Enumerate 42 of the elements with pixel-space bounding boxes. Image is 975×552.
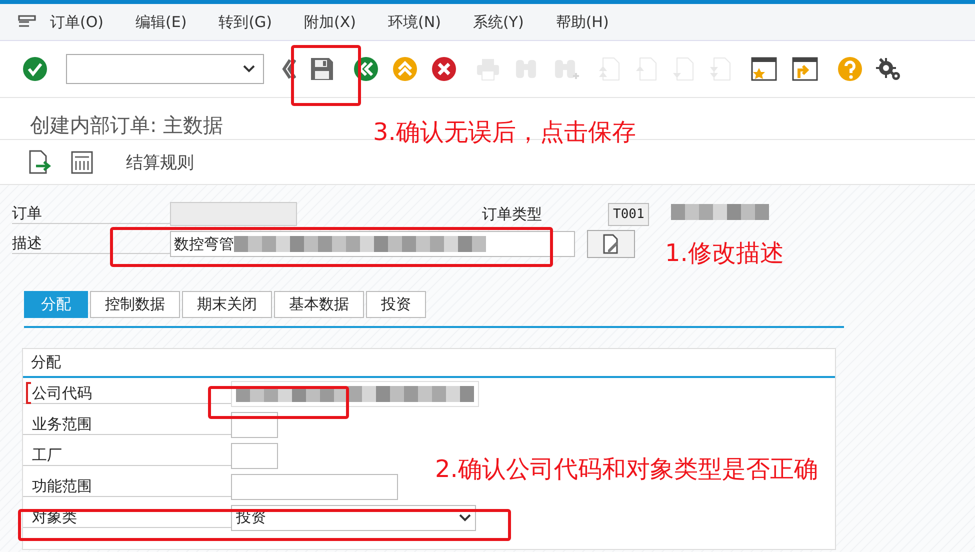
menu-item[interactable]: 订单(O) <box>50 12 104 32</box>
input-field[interactable] <box>231 442 278 468</box>
document-pen-icon <box>601 234 621 254</box>
highlight-frame <box>291 45 361 106</box>
chevron-down-icon <box>459 514 471 522</box>
menu-item[interactable]: 系统(Y) <box>472 12 524 32</box>
menu-item[interactable]: 编辑(E) <box>136 12 187 32</box>
chevron-down-icon <box>243 65 255 73</box>
command-field[interactable] <box>66 54 264 84</box>
cancel-icon[interactable] <box>431 56 457 82</box>
input-field[interactable] <box>231 474 398 500</box>
menu-item[interactable]: 环境(N) <box>388 12 441 32</box>
field-label: 工厂 <box>23 446 231 466</box>
required-mark <box>26 382 31 404</box>
annotation-text: 1.修改描述 <box>665 238 784 269</box>
tab[interactable]: 期末关闭 <box>182 291 272 318</box>
menu-icon[interactable] <box>18 15 36 29</box>
save-icon[interactable] <box>309 56 335 82</box>
back-icon[interactable] <box>353 56 379 82</box>
settings-icon[interactable] <box>876 56 902 82</box>
description-field[interactable]: 数控弯管 <box>170 231 575 257</box>
annotation-text: 3.确认无误后，点击保存 <box>373 117 636 148</box>
check-icon[interactable] <box>22 56 48 82</box>
menu-item[interactable]: 转到(G) <box>218 12 272 32</box>
tab[interactable]: 基本数据 <box>274 291 364 318</box>
edit-text-button[interactable] <box>587 230 635 258</box>
annotation-text: 2.确认公司代码和对象类型是否正确 <box>435 454 818 485</box>
field-label: 业务范围 <box>23 414 231 434</box>
order-type-field: T001 <box>608 202 650 226</box>
field-label: 功能范围 <box>23 476 231 496</box>
group-title: 分配 <box>23 349 835 378</box>
document-arrow-icon[interactable] <box>28 149 52 175</box>
tab[interactable]: 控制数据 <box>90 291 180 318</box>
field-label: 公司代码 <box>23 384 231 404</box>
menu-item[interactable]: 附加(X) <box>304 12 356 32</box>
input-field[interactable] <box>231 380 479 406</box>
double-chevron-icon[interactable] <box>282 58 296 80</box>
field-label: 订单类型 <box>482 204 543 224</box>
menu-item[interactable]: 帮助(H) <box>556 12 609 32</box>
settlement-rule-button[interactable]: 结算规则 <box>126 150 194 174</box>
tab[interactable]: 投资 <box>366 291 426 318</box>
calculator-icon[interactable] <box>70 149 94 175</box>
